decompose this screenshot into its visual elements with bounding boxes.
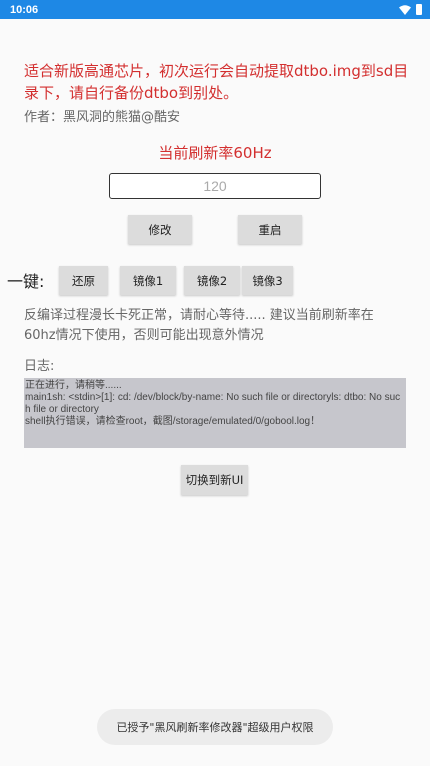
restore-button[interactable]: 还原 [59, 266, 108, 295]
log-label: 日志: [24, 359, 55, 374]
reboot-button[interactable]: 重启 [238, 215, 302, 244]
wifi-icon [399, 4, 411, 15]
log-line: shell执行错误，请检查root，截图/storage/emulated/0/… [25, 416, 321, 427]
notice-text: 反编译过程漫长卡死正常，请耐心等待..... 建议当前刷新率在60hz情况下使用… [24, 308, 374, 343]
modify-button[interactable]: 修改 [128, 215, 192, 244]
status-time: 10:06 [10, 3, 39, 16]
switch-ui-button[interactable]: 切换到新UI [181, 465, 248, 495]
onekey-label: 一键: [7, 272, 45, 291]
log-line: 正在进行，请稍等...... [25, 380, 122, 391]
warning-text: 适合新版高通芯片，初次运行会自动提取dtbo.img到sd目录下，请自行备份dt… [24, 62, 409, 102]
status-bar: 10:06 [0, 0, 430, 19]
refresh-rate-input[interactable] [109, 173, 321, 199]
mirror2-button[interactable]: 镜像2 [184, 266, 240, 295]
author-text: 作者：黑风洞的熊猫@酷安 [24, 110, 181, 125]
log-line: main1sh: <stdin>[1]: cd: /dev/block/by-n… [25, 392, 401, 415]
log-box[interactable]: 正在进行，请稍等...... main1sh: <stdin>[1]: cd: … [24, 378, 406, 448]
mirror3-button[interactable]: 镜像3 [242, 266, 293, 295]
current-refresh-rate: 当前刷新率60Hz [158, 144, 272, 162]
status-icons [399, 4, 422, 15]
battery-icon [416, 4, 422, 15]
toast-message: 已授予"黑风刷新率修改器"超级用户权限 [97, 709, 333, 745]
mirror1-button[interactable]: 镜像1 [120, 266, 176, 295]
